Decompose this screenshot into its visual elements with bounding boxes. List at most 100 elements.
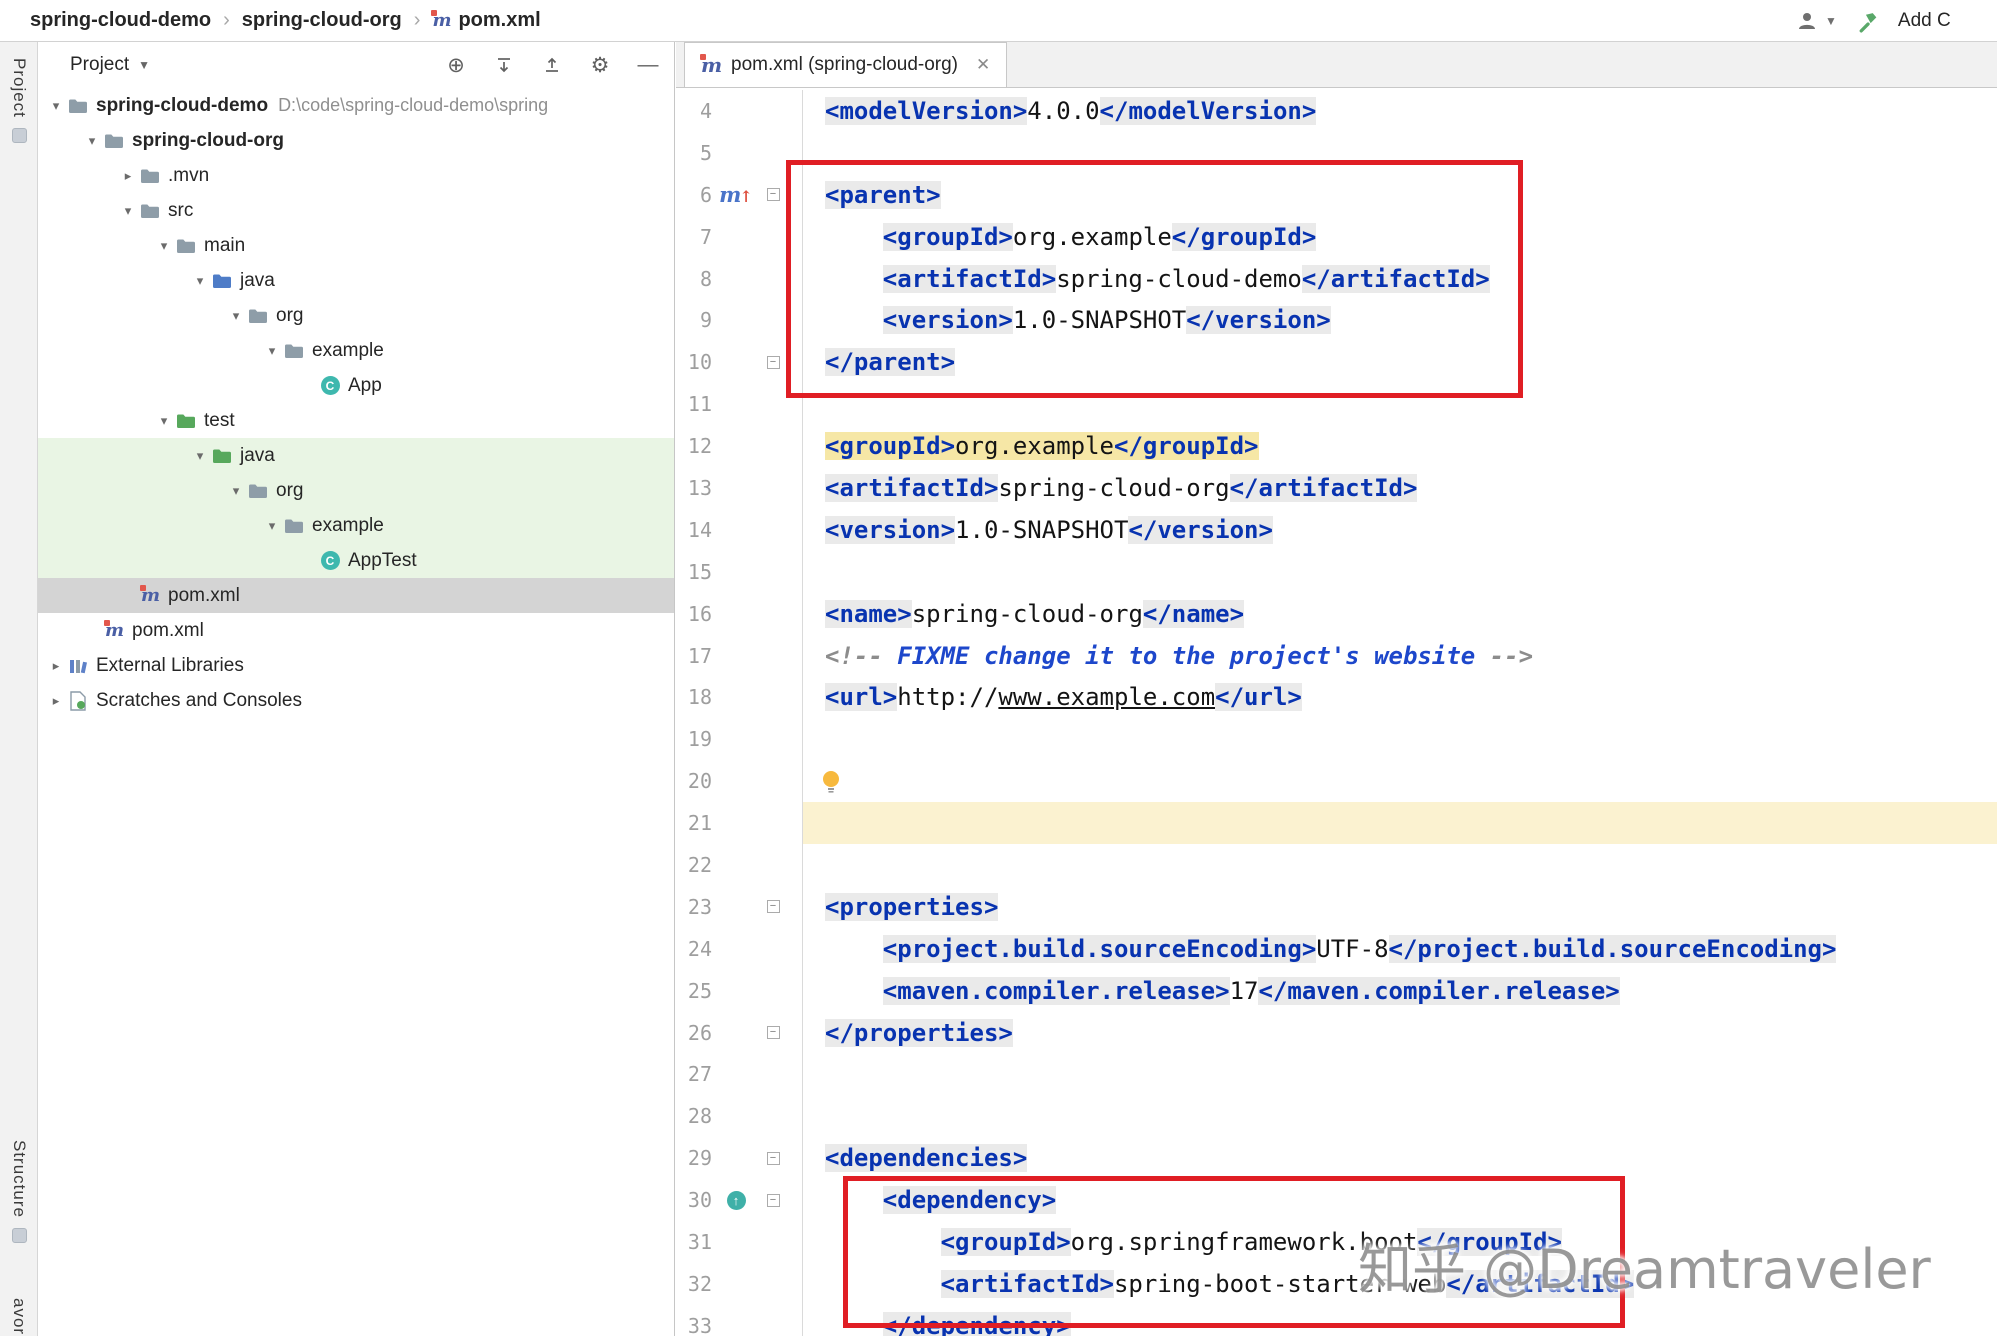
add-configuration-button[interactable]: Add C [1898,10,1951,32]
hide-panel-icon[interactable]: — [636,53,660,77]
build-hammer-icon[interactable] [1855,9,1880,34]
code-line[interactable]: 10−</parent> [676,341,1997,383]
code-line[interactable]: 21 [676,802,1997,844]
chevron-down-icon[interactable]: ▾ [45,98,67,114]
tree-row-java[interactable]: ▾java [38,263,674,298]
code-line[interactable]: 8<artifactId>spring-cloud-demo</artifact… [676,258,1997,300]
chevron-down-icon[interactable]: ▾ [261,343,283,359]
code-line[interactable]: 19 [676,718,1997,760]
breadcrumb-item-spring-cloud-org[interactable]: spring-cloud-org [242,9,402,32]
breadcrumb-item-spring-cloud-demo[interactable]: spring-cloud-demo [30,9,211,32]
user-account-icon[interactable] [1795,9,1819,33]
code-line[interactable]: 32<artifactId>spring-boot-starter-web</a… [676,1263,1997,1305]
tree-row-example[interactable]: ▾example [38,333,674,368]
project-panel-title[interactable]: Project ▼ [70,54,150,76]
fold-marker-icon[interactable]: − [767,900,780,913]
tree-row-spring-cloud-org[interactable]: ▾spring-cloud-org [38,123,674,158]
tree-row-pom-xml[interactable]: mpom.xml [38,578,674,613]
fold-marker-icon[interactable]: − [767,356,780,369]
code-line[interactable]: 33</dependency> [676,1305,1997,1336]
code-line[interactable]: 28 [676,1095,1997,1137]
maven-parent-icon[interactable]: m↑ [719,182,753,207]
code-line[interactable]: 6m↑−<parent> [676,174,1997,216]
chevron-down-icon[interactable]: ▾ [225,308,247,324]
chevron-down-icon[interactable]: ▼ [1825,14,1837,28]
chevron-right-icon[interactable]: ▸ [45,658,67,674]
code-line[interactable]: 18<url>http://www.example.com</url> [676,676,1997,718]
code-line[interactable]: 26−</properties> [676,1012,1997,1054]
fold-marker-icon[interactable]: − [767,188,780,201]
fold-marker-icon[interactable]: − [767,1152,780,1165]
tree-row-scratches-and-consoles[interactable]: ▸Scratches and Consoles [38,683,674,718]
gutter: 28 [676,1095,803,1137]
tree-row-main[interactable]: ▾main [38,228,674,263]
chevron-down-icon[interactable]: ▾ [189,448,211,464]
tree-row--mvn[interactable]: ▸.mvn [38,158,674,193]
intention-bulb-icon[interactable] [821,769,841,793]
code-line[interactable]: 11 [676,383,1997,425]
code-line[interactable]: 5 [676,132,1997,174]
tree-row-java[interactable]: ▾java [38,438,674,473]
code-token: 17 [1230,977,1259,1005]
gutter: 4 [676,90,803,132]
code-line[interactable]: 25<maven.compiler.release>17</maven.comp… [676,970,1997,1012]
navigate-up-icon[interactable]: ↑ [727,1191,746,1210]
tree-row-pom-xml[interactable]: mpom.xml [38,613,674,648]
tree-row-example[interactable]: ▾example [38,508,674,543]
tree-row-test[interactable]: ▾test [38,403,674,438]
tool-window-button-project[interactable]: Project [0,58,38,143]
code-line[interactable]: 9<version>1.0-SNAPSHOT</version> [676,299,1997,341]
chevron-down-icon[interactable]: ▾ [225,483,247,499]
code-line[interactable]: 13<artifactId>spring-cloud-org</artifact… [676,467,1997,509]
project-stripe-label[interactable]: Project [9,58,29,118]
code-line[interactable]: 27 [676,1053,1997,1095]
tree-row-org[interactable]: ▾org [38,298,674,333]
code-line[interactable]: 30↑−<dependency> [676,1179,1997,1221]
code-line[interactable]: 23−<properties> [676,886,1997,928]
locate-file-icon[interactable]: ⊕ [444,53,468,77]
code-line[interactable]: 7<groupId>org.example</groupId> [676,216,1997,258]
tree-row-src[interactable]: ▾src [38,193,674,228]
close-tab-icon[interactable]: ✕ [976,55,990,75]
code-line[interactable]: 14<version>1.0-SNAPSHOT</version> [676,509,1997,551]
chevron-right-icon[interactable]: ▸ [117,168,139,184]
code-line[interactable]: 31<groupId>org.springframework.boot</gro… [676,1221,1997,1263]
tool-window-button-favorites[interactable]: avorites [0,1298,38,1336]
tree-row-app[interactable]: CApp [38,368,674,403]
tree-row-org[interactable]: ▾org [38,473,674,508]
folder-module-icon [103,130,125,152]
tree-row-external-libraries[interactable]: ▸External Libraries [38,648,674,683]
chevron-down-icon[interactable]: ▾ [153,238,175,254]
code-line[interactable]: 20 [676,760,1997,802]
tree-row-spring-cloud-demo[interactable]: ▾spring-cloud-demoD:\code\spring-cloud-d… [38,88,674,123]
code-line[interactable]: 17<!-- FIXME change it to the project's … [676,635,1997,677]
chevron-down-icon[interactable]: ▾ [153,413,175,429]
tree-row-apptest[interactable]: CAppTest [38,543,674,578]
chevron-down-icon[interactable]: ▾ [81,133,103,149]
folder-icon [283,340,305,362]
code-text: <!-- FIXME change it to the project's we… [803,635,1997,677]
code-line[interactable]: 24<project.build.sourceEncoding>UTF-8</p… [676,928,1997,970]
code-line[interactable]: 16<name>spring-cloud-org</name> [676,593,1997,635]
fold-marker-icon[interactable]: − [767,1194,780,1207]
chevron-right-icon[interactable]: ▸ [45,693,67,709]
code-line[interactable]: 12<groupId>org.example</groupId> [676,425,1997,467]
code-line[interactable]: 15 [676,551,1997,593]
collapse-all-icon[interactable] [540,53,564,77]
expand-all-icon[interactable] [492,53,516,77]
tool-window-button-structure[interactable]: Structure [0,1140,38,1243]
code-line[interactable]: 29−<dependencies> [676,1137,1997,1179]
chevron-down-icon[interactable]: ▾ [189,273,211,289]
gutter: 9 [676,299,803,341]
tab-pom-xml[interactable]: m pom.xml (spring-cloud-org) ✕ [684,42,1007,87]
structure-stripe-label[interactable]: Structure [9,1140,29,1218]
code-line[interactable]: 4<modelVersion>4.0.0</modelVersion> [676,90,1997,132]
chevron-down-icon[interactable]: ▾ [261,518,283,534]
favorites-stripe-label[interactable]: avorites [9,1298,29,1336]
fold-marker-icon[interactable]: − [767,1026,780,1039]
breadcrumb-item-pom.xml[interactable]: mpom.xml [432,9,540,33]
chevron-down-icon[interactable]: ▾ [117,203,139,219]
code-editor-area[interactable]: 4<modelVersion>4.0.0</modelVersion>56m↑−… [676,88,1997,1336]
settings-gear-icon[interactable]: ⚙ [588,53,612,77]
code-line[interactable]: 22 [676,844,1997,886]
